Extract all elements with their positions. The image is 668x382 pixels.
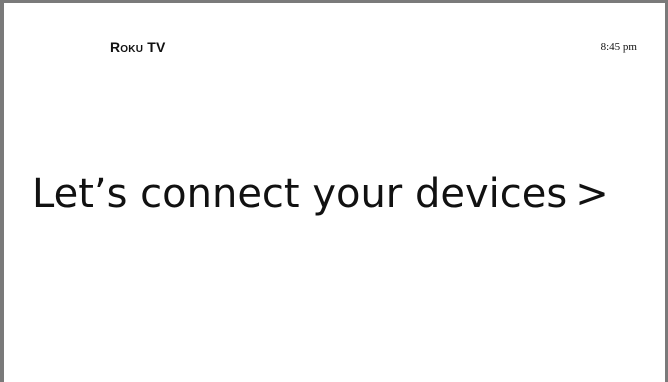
chevron-right-icon: >: [575, 171, 609, 217]
connect-devices-label: Let’s connect your devices: [32, 171, 568, 217]
roku-tv-logo: Roku TV: [110, 39, 166, 55]
tv-screen: Roku TV 8:45 pm Let’s connect your devic…: [0, 0, 668, 382]
connect-devices-prompt[interactable]: Let’s connect your devices >: [32, 171, 609, 217]
clock-time: 8:45 pm: [600, 41, 637, 53]
